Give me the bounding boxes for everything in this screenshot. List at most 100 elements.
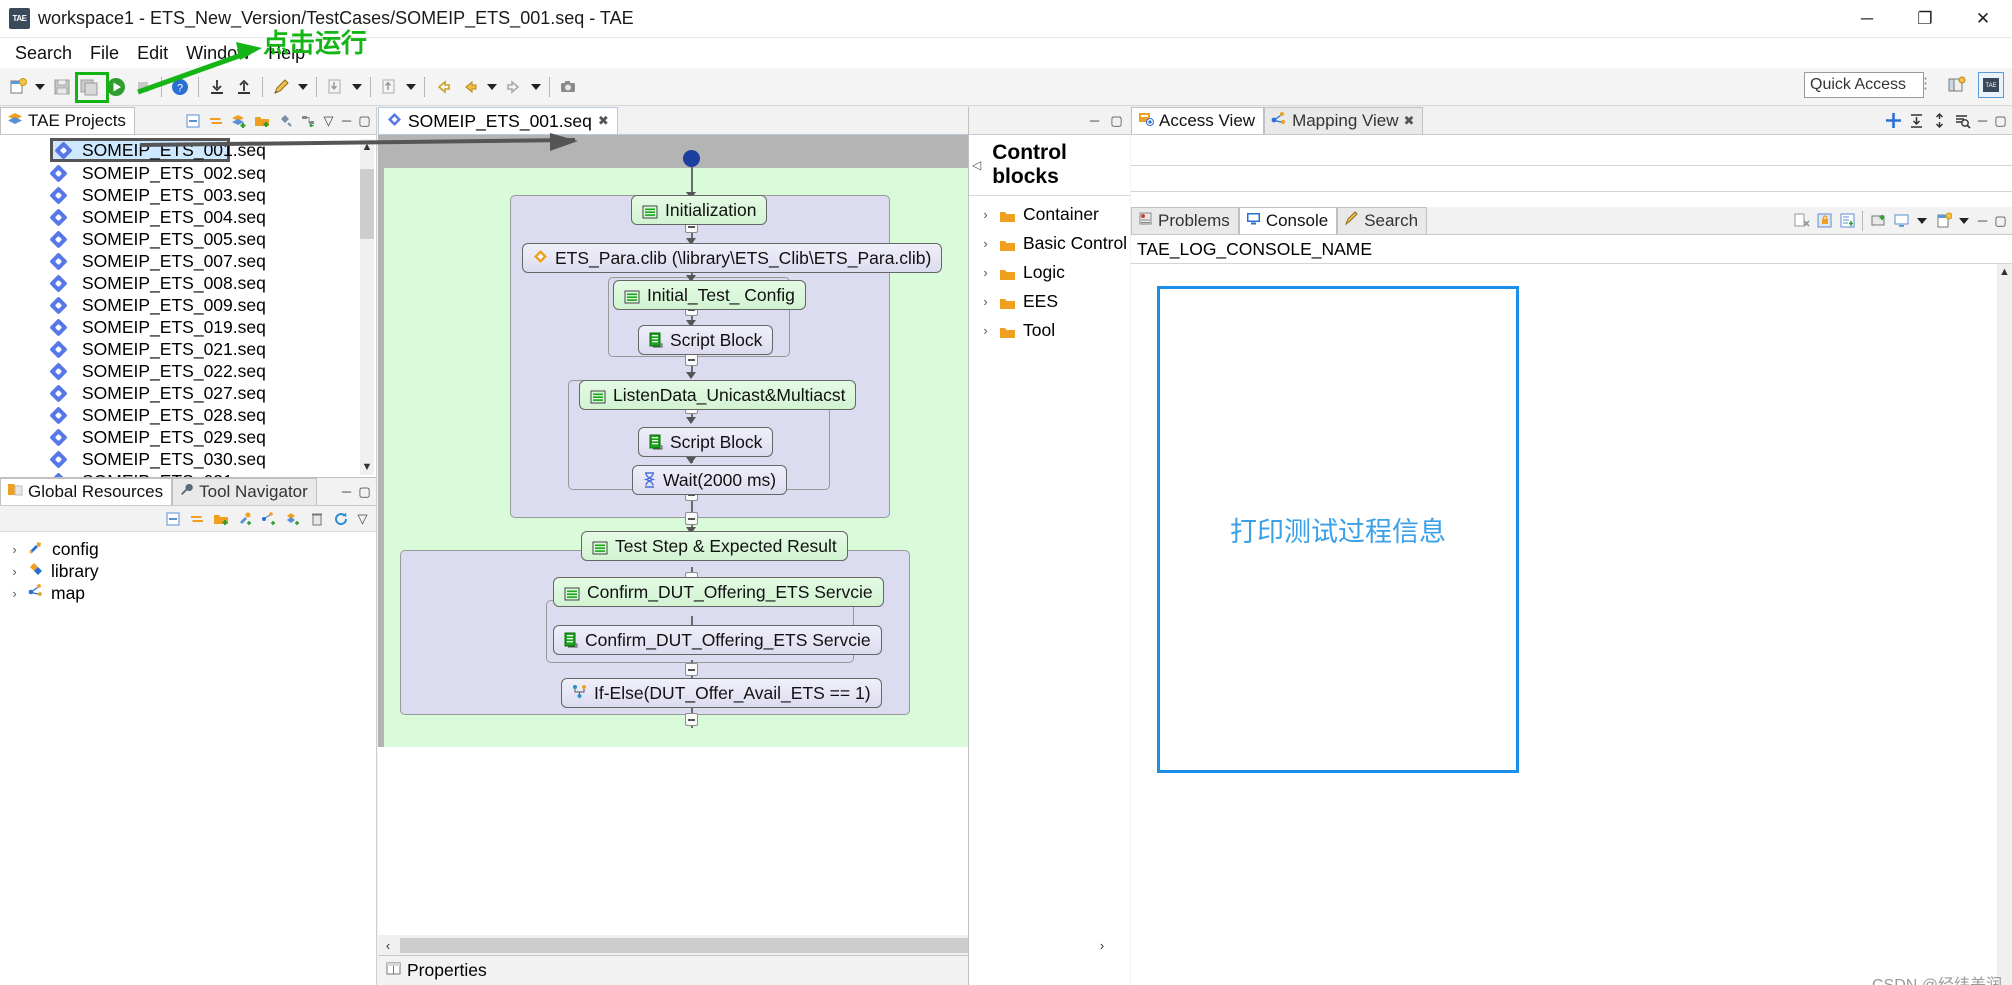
gr-minimize-icon[interactable]: ─	[339, 482, 354, 502]
console-minimize-icon[interactable]: ─	[1975, 211, 1990, 231]
next-dropdown[interactable]	[528, 74, 544, 100]
project-file-row[interactable]: SOMEIP_ETS_028.seq	[0, 404, 376, 426]
console-maximize-icon[interactable]: ▢	[1993, 211, 2008, 231]
project-file-row[interactable]: SOMEIP_ETS_008.seq	[0, 272, 376, 294]
node-initialization[interactable]: Initialization	[631, 195, 768, 225]
download-dropdown[interactable]	[349, 74, 365, 100]
expand-arrow-icon[interactable]: ›	[979, 207, 992, 222]
prev-icon[interactable]	[457, 74, 483, 100]
tab-mapping-view[interactable]: Mapping View ✖	[1264, 107, 1424, 134]
add-project-icon[interactable]	[229, 111, 249, 131]
save-icon[interactable]	[49, 74, 75, 100]
project-file-row[interactable]: SOMEIP_ETS_019.seq	[0, 316, 376, 338]
export-icon[interactable]	[231, 74, 257, 100]
add-config-icon[interactable]	[235, 509, 255, 529]
collapse-all-icon[interactable]	[163, 509, 183, 529]
node-script-block-2[interactable]: Script Block	[638, 427, 774, 457]
open-perspective-icon[interactable]	[1944, 73, 1968, 97]
projects-minimize-icon[interactable]: ─	[339, 111, 354, 131]
display-console-icon[interactable]	[1891, 211, 1911, 231]
add-icon[interactable]	[1883, 111, 1903, 131]
node-confirm-step[interactable]: Confirm_DUT_Offering_ETS Servcie	[553, 577, 884, 607]
global-resource-row[interactable]: › library	[0, 560, 376, 582]
scroll-up-icon[interactable]: ▲	[360, 139, 374, 155]
filter-icon[interactable]	[298, 111, 318, 131]
project-file-row[interactable]: SOMEIP_ETS_029.seq	[0, 426, 376, 448]
cb-maximize-icon[interactable]: ▢	[1109, 111, 1124, 131]
prev-dropdown[interactable]	[484, 74, 500, 100]
project-file-row[interactable]: SOMEIP_ETS_003.seq	[0, 184, 376, 206]
node-ets-para[interactable]: ETS_Para.clib (\library\ETS_Clib\ETS_Par…	[522, 243, 943, 273]
scroll-down-icon[interactable]: ▼	[360, 459, 374, 475]
menu-window[interactable]: Window	[177, 41, 259, 66]
project-file-row[interactable]: SOMEIP_ETS_007.seq	[0, 250, 376, 272]
new-file-icon[interactable]	[5, 74, 31, 100]
new-console-dropdown-icon[interactable]	[1956, 211, 1972, 231]
collapse-palette-icon[interactable]: ◁	[969, 158, 984, 172]
global-resource-row[interactable]: › map	[0, 582, 376, 604]
back-icon[interactable]	[430, 74, 456, 100]
node-if-else[interactable]: If-Else(DUT_Offer_Avail_ETS == 1)	[561, 678, 882, 708]
link-icon[interactable]	[187, 509, 207, 529]
tab-tae-projects[interactable]: TAE Projects	[0, 107, 135, 134]
run-icon[interactable]	[103, 74, 129, 100]
toolbar-overflow-dots[interactable]: ⋮	[1918, 74, 1934, 92]
pencil-icon[interactable]	[268, 74, 294, 100]
cb-minimize-icon[interactable]: ─	[1087, 111, 1102, 131]
project-file-row[interactable]: SOMEIP_ETS_030.seq	[0, 448, 376, 470]
upload-tool-icon[interactable]	[376, 74, 402, 100]
menu-file[interactable]: File	[81, 41, 128, 66]
gr-view-menu-icon[interactable]: ▽	[355, 509, 370, 529]
collapse-box-9[interactable]	[685, 713, 698, 726]
collapse-icon[interactable]	[1906, 111, 1926, 131]
tab-problems[interactable]: Problems	[1131, 207, 1239, 234]
expand-arrow-icon[interactable]: ›	[979, 236, 992, 251]
close-icon[interactable]: ✖	[598, 113, 609, 129]
project-file-row[interactable]: SOMEIP_ETS_004.seq	[0, 206, 376, 228]
new-file-dropdown[interactable]	[32, 74, 48, 100]
upload-dropdown[interactable]	[403, 74, 419, 100]
start-node[interactable]	[683, 150, 700, 167]
tab-console[interactable]: Console	[1238, 207, 1338, 234]
expand-arrow-icon[interactable]: ›	[979, 323, 992, 338]
control-block-row[interactable]: › Logic	[969, 258, 1130, 287]
delete-icon[interactable]	[307, 509, 327, 529]
tab-someip-ets-001[interactable]: SOMEIP_ETS_001.seq ✖	[378, 107, 618, 134]
control-block-row[interactable]: › Tool	[969, 316, 1130, 345]
help-icon[interactable]: ?	[167, 74, 193, 100]
tab-search[interactable]: Search	[1337, 207, 1428, 234]
camera-icon[interactable]	[555, 74, 581, 100]
projects-maximize-icon[interactable]: ▢	[357, 111, 372, 131]
expand-arrow-icon[interactable]: ›	[8, 586, 21, 601]
collapse-box-6[interactable]	[685, 512, 698, 525]
project-file-row[interactable]: SOMEIP_ETS_005.seq	[0, 228, 376, 250]
new-console-icon[interactable]	[1933, 211, 1953, 231]
pencil-dropdown[interactable]	[295, 74, 311, 100]
scroll-up-icon[interactable]: ▲	[1997, 264, 2012, 280]
tab-global-resources[interactable]: Global Resources	[0, 478, 173, 505]
control-block-row[interactable]: › EES	[969, 287, 1130, 316]
expand-arrow-icon[interactable]: ›	[8, 564, 21, 579]
console-output-area[interactable]: 打印测试过程信息 ▲ ▼ CSDN @经纬恙润	[1131, 264, 2012, 985]
expand-icon[interactable]	[1929, 111, 1949, 131]
lock-scroll-icon[interactable]	[1814, 211, 1834, 231]
link-icon[interactable]	[206, 111, 226, 131]
import-icon[interactable]	[204, 74, 230, 100]
stop-icon[interactable]	[130, 74, 156, 100]
node-wait-2000[interactable]: Wait(2000 ms)	[632, 465, 788, 495]
tab-properties[interactable]: Properties	[378, 960, 487, 981]
projects-collapse-icon[interactable]: ▽	[321, 111, 336, 131]
node-test-step[interactable]: Test Step & Expected Result	[581, 531, 848, 561]
gr-maximize-icon[interactable]: ▢	[357, 482, 372, 502]
new-folder-icon[interactable]	[211, 509, 231, 529]
clear-console-icon[interactable]	[1791, 211, 1811, 231]
node-confirm-script[interactable]: Confirm_DUT_Offering_ETS Servcie	[553, 625, 882, 655]
access-minimize-icon[interactable]: ─	[1975, 111, 1990, 131]
open-console-icon[interactable]	[1868, 211, 1888, 231]
project-file-row[interactable]: SOMEIP_ETS_021.seq	[0, 338, 376, 360]
project-file-row[interactable]: SOMEIP_ETS_027.seq	[0, 382, 376, 404]
control-block-row[interactable]: › Container	[969, 200, 1130, 229]
add-library-icon[interactable]	[283, 509, 303, 529]
add-map-icon[interactable]	[259, 509, 279, 529]
pin-console-icon[interactable]	[1837, 211, 1857, 231]
